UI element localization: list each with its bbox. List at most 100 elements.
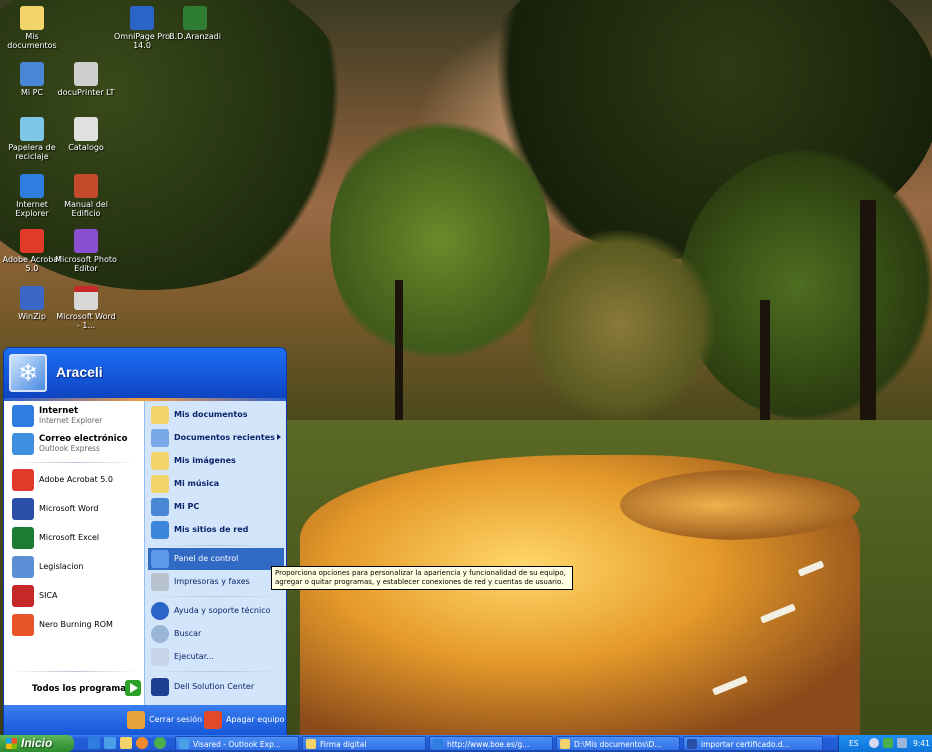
start-menu-header: ❄ Araceli xyxy=(4,348,286,398)
manual-icon xyxy=(74,174,98,198)
my-documents-folder-icon xyxy=(20,6,44,30)
acrobat-icon xyxy=(20,229,44,253)
excel-icon xyxy=(12,527,34,549)
shutdown-label: Apagar equipo xyxy=(226,715,285,724)
separator xyxy=(149,596,283,597)
task-label: Visared - Outlook Exp... xyxy=(193,740,281,749)
taskbar: Inicio Visared - Outlook Exp... Firma di… xyxy=(0,735,932,752)
security-icon[interactable] xyxy=(897,738,907,748)
place-documentos-recientes[interactable]: Documentos recientes xyxy=(148,427,284,449)
start-label: Inicio xyxy=(21,736,53,750)
search-icon xyxy=(151,625,169,643)
shutdown-button[interactable]: Apagar equipo xyxy=(204,709,285,731)
place-label: Mis documentos xyxy=(174,410,248,419)
winzip-icon xyxy=(20,286,44,310)
desktop-icon-label: Catalogo xyxy=(68,143,104,152)
network-icon[interactable] xyxy=(883,738,893,748)
docuprinter-icon xyxy=(74,62,98,86)
taskbar-button-boe[interactable]: http://www.boe.es/g... xyxy=(429,736,553,751)
desktop-icon-aranzadi[interactable]: B.D.Aranzadi xyxy=(163,6,227,41)
place-ayuda[interactable]: Ayuda y soporte técnico xyxy=(148,600,284,622)
place-label: Ayuda y soporte técnico xyxy=(174,606,271,615)
desktop-icon-label: docuPrinter LT xyxy=(57,88,115,97)
my-music-icon xyxy=(151,475,169,493)
place-dell-solution-center[interactable]: Dell Solution Center xyxy=(148,676,284,698)
desktop-icon-word-document[interactable]: Microsoft Word - 1... xyxy=(54,286,118,330)
recent-nero[interactable]: Nero Burning ROM xyxy=(10,612,140,638)
photo-editor-icon xyxy=(74,229,98,253)
desktop-icon-mis-documentos[interactable]: Mis documentos xyxy=(0,6,64,50)
outlook-express-icon xyxy=(12,433,34,455)
pinned-email[interactable]: Correo electrónico Outlook Express xyxy=(10,431,140,457)
taskbar-button-outlook[interactable]: Visared - Outlook Exp... xyxy=(175,736,299,751)
separator xyxy=(149,545,283,546)
pinned-subtitle: Outlook Express xyxy=(39,444,100,453)
taskbar-button-firma-digital[interactable]: Firma digital xyxy=(302,736,426,751)
aranzadi-icon xyxy=(183,6,207,30)
taskbar-button-importar-certificado[interactable]: importar certificado.d... xyxy=(683,736,823,751)
desktop-icon-label: Microsoft Word - 1... xyxy=(56,312,116,330)
dell-icon xyxy=(151,678,169,696)
help-icon xyxy=(151,602,169,620)
logoff-button[interactable]: Cerrar sesión xyxy=(127,709,202,731)
place-panel-de-control[interactable]: Panel de control xyxy=(148,548,284,570)
folder-icon xyxy=(306,739,316,749)
volume-icon[interactable] xyxy=(869,738,879,748)
taskbar-button-mis-documentos[interactable]: D:\Mis documentos\D... xyxy=(556,736,680,751)
desktop-icon-photo-editor[interactable]: Microsoft Photo Editor xyxy=(54,229,118,273)
recent-excel[interactable]: Microsoft Excel xyxy=(10,525,140,551)
place-buscar[interactable]: Buscar xyxy=(148,623,284,645)
place-ejecutar[interactable]: Ejecutar... xyxy=(148,646,284,668)
acrobat-icon xyxy=(12,469,34,491)
control-panel-tooltip: Proporciona opciones para personalizar l… xyxy=(271,566,573,590)
recent-acrobat[interactable]: Adobe Acrobat 5.0 xyxy=(10,467,140,493)
desktop-icon-manual-edificio[interactable]: Manual del Edificio xyxy=(54,174,118,218)
task-label: Firma digital xyxy=(320,740,367,749)
folder-icon xyxy=(151,406,169,424)
arrow-right-icon xyxy=(125,680,141,696)
recent-sica[interactable]: SICA xyxy=(10,583,140,609)
messenger-icon[interactable] xyxy=(154,737,166,749)
recycle-bin-icon xyxy=(20,117,44,141)
place-mis-imagenes[interactable]: Mis imágenes xyxy=(148,450,284,472)
place-label: Panel de control xyxy=(174,554,239,563)
language-indicator[interactable]: ES xyxy=(849,739,859,748)
desktop-icon-label: B.D.Aranzadi xyxy=(169,32,221,41)
place-mi-pc[interactable]: Mi PC xyxy=(148,496,284,518)
place-mi-musica[interactable]: Mi música xyxy=(148,473,284,495)
my-computer-icon xyxy=(151,498,169,516)
show-desktop-icon[interactable] xyxy=(120,737,132,749)
separator xyxy=(149,671,283,672)
pinned-internet[interactable]: Internet Internet Explorer xyxy=(10,403,140,429)
start-button[interactable]: Inicio xyxy=(0,735,74,752)
desktop-icon-docuprinter[interactable]: docuPrinter LT xyxy=(54,62,118,97)
folder-icon xyxy=(560,739,570,749)
submenu-arrow-icon xyxy=(277,434,281,440)
place-mis-sitios-de-red[interactable]: Mis sitios de red xyxy=(148,519,284,541)
internet-explorer-icon[interactable] xyxy=(88,737,100,749)
recent-label: Nero Burning ROM xyxy=(39,620,113,629)
pinned-title: Internet xyxy=(39,406,79,416)
wallpaper-trunk xyxy=(395,280,403,430)
all-programs-button[interactable]: Todos los programas xyxy=(4,673,144,705)
outlook-express-icon[interactable] xyxy=(104,737,116,749)
clock[interactable]: 9:41 xyxy=(913,739,930,748)
pinned-subtitle: Internet Explorer xyxy=(39,416,103,425)
place-label: Impresoras y faxes xyxy=(174,577,250,586)
task-label: importar certificado.d... xyxy=(701,740,790,749)
place-mis-documentos[interactable]: Mis documentos xyxy=(148,404,284,426)
place-impresoras[interactable]: Impresoras y faxes xyxy=(148,571,284,593)
recent-legislacion[interactable]: Legislacion xyxy=(10,554,140,580)
desktop-icon-label: Mis documentos xyxy=(7,32,57,50)
network-places-icon xyxy=(151,521,169,539)
desktop-icon-label: Manual del Edificio xyxy=(64,200,108,218)
recent-word[interactable]: Microsoft Word xyxy=(10,496,140,522)
media-player-icon[interactable] xyxy=(136,737,148,749)
recent-label: Microsoft Excel xyxy=(39,533,100,542)
my-computer-icon xyxy=(20,62,44,86)
user-avatar[interactable]: ❄ xyxy=(9,354,47,392)
desktop-icon-catalogo[interactable]: Catalogo xyxy=(54,117,118,152)
une-catalog-icon xyxy=(74,117,98,141)
place-label: Mi música xyxy=(174,479,220,488)
place-label: Mis sitios de red xyxy=(174,525,249,534)
